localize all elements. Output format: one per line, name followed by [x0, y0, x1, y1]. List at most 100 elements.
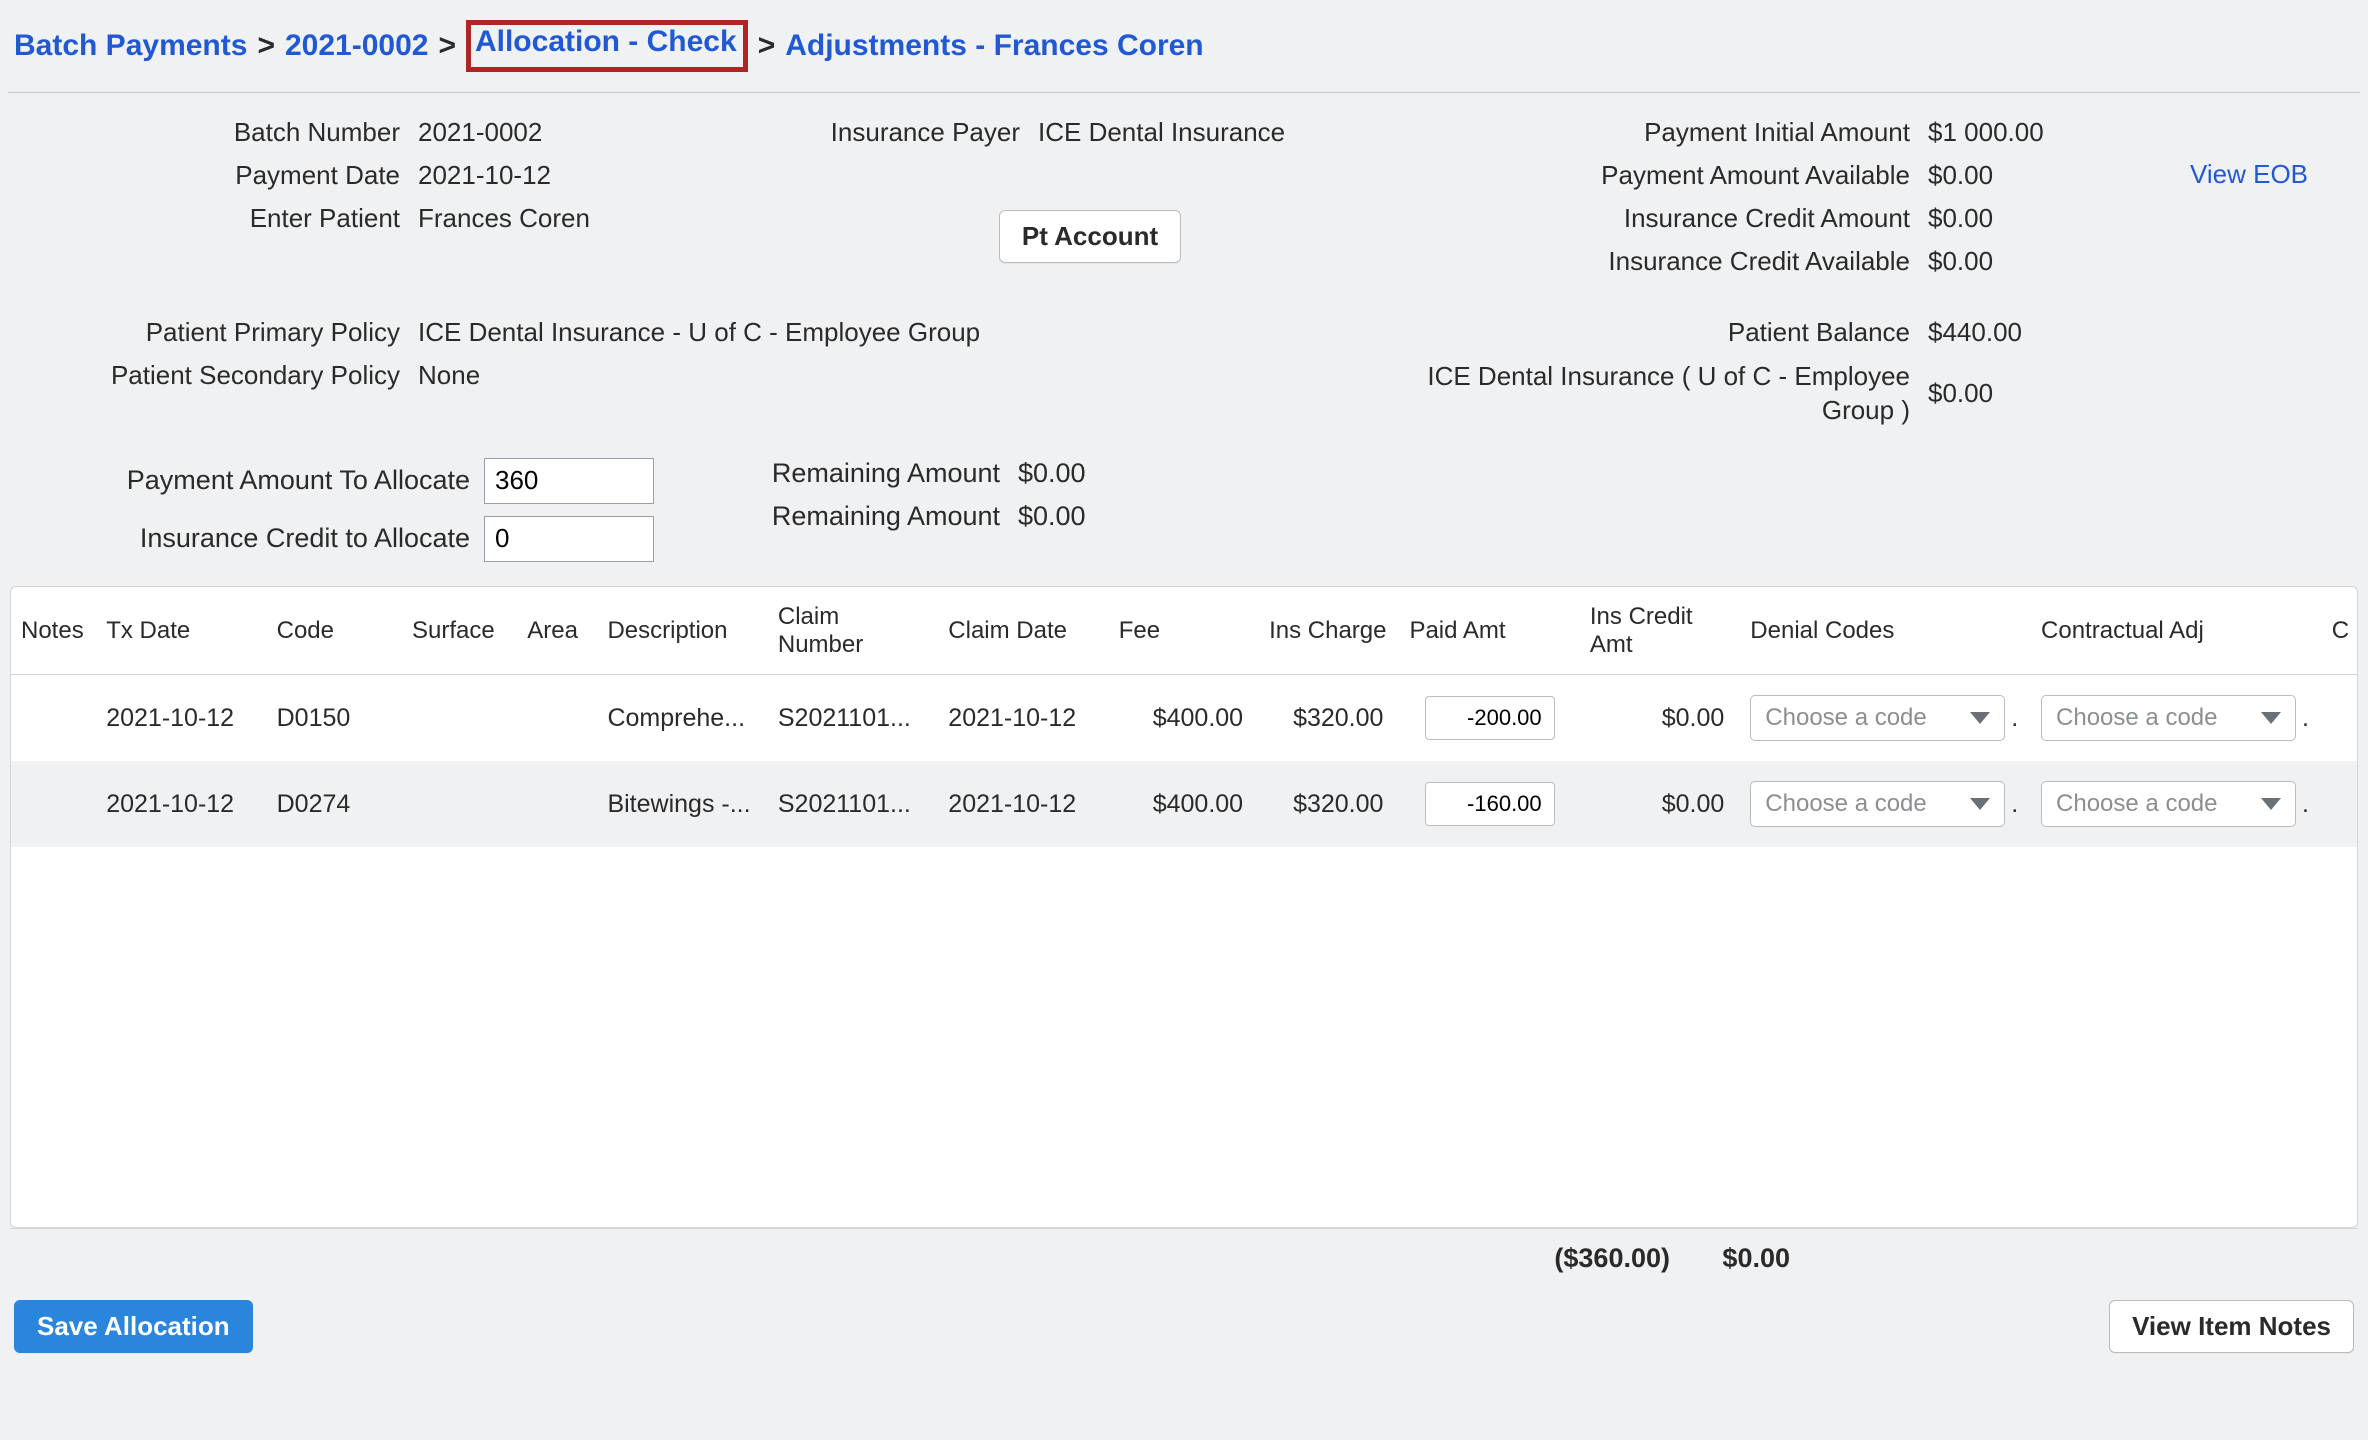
value-payment-avail: $0.00 [1928, 160, 2190, 191]
label-secondary-policy: Patient Secondary Policy [20, 360, 400, 391]
cell-ins-credit-amt: $0.00 [1580, 675, 1740, 762]
cell-notes [11, 761, 96, 847]
value-remaining-2: $0.00 [1018, 501, 1200, 532]
label-enter-patient: Enter Patient [20, 203, 400, 234]
value-ice-group: $0.00 [1928, 378, 2190, 409]
select-contractual-adj[interactable]: Choose a code [2041, 695, 2296, 741]
th-area[interactable]: Area [517, 587, 597, 675]
th-paid-amt[interactable]: Paid Amt [1399, 587, 1579, 675]
view-eob-link[interactable]: View EOB [2190, 111, 2308, 190]
breadcrumb-separator: > [434, 29, 460, 63]
label-remaining-2: Remaining Amount [680, 501, 1000, 532]
th-code[interactable]: Code [267, 587, 402, 675]
total-credit: $0.00 [1670, 1243, 1790, 1274]
allocation-table: Notes Tx Date Code Surface Area Descript… [10, 586, 2358, 1229]
input-payment-to-allocate[interactable] [484, 458, 654, 504]
input-ins-credit-to-allocate[interactable] [484, 516, 654, 562]
label-batch-number: Batch Number [20, 117, 400, 148]
breadcrumb-allocation-check[interactable]: Allocation - Check [475, 25, 737, 58]
th-notes[interactable]: Notes [11, 587, 96, 675]
dot-icon: . [2005, 790, 2018, 819]
breadcrumb-allocation-check-highlighted: Allocation - Check [466, 20, 748, 72]
cell-contractual-adj: Choose a code . [2031, 761, 2322, 847]
chevron-down-icon [1970, 712, 1990, 724]
cell-area [517, 675, 597, 762]
total-paid: ($360.00) [1490, 1243, 1670, 1274]
table-row[interactable]: 2021-10-12 D0150 Comprehe... S2021101...… [11, 675, 2357, 762]
th-ins-charge[interactable]: Ins Charge [1259, 587, 1399, 675]
label-patient-balance: Patient Balance [1370, 317, 1910, 348]
select-placeholder: Choose a code [2056, 790, 2217, 818]
view-item-notes-button[interactable]: View Item Notes [2109, 1300, 2354, 1353]
cell-ins-charge: $320.00 [1259, 761, 1399, 847]
cell-description: Comprehe... [597, 675, 767, 762]
cell-surface [402, 675, 517, 762]
cell-paid-amt [1399, 761, 1579, 847]
label-ins-credit-avail: Insurance Credit Available [1370, 246, 1910, 277]
th-ins-credit-amt[interactable]: Ins Credit Amt [1580, 587, 1740, 675]
th-description[interactable]: Description [597, 587, 767, 675]
cell-surface [402, 761, 517, 847]
th-contractual-adj[interactable]: Contractual Adj [2031, 587, 2322, 675]
breadcrumb-current: Adjustments - Frances Coren [785, 29, 1203, 63]
select-placeholder: Choose a code [1765, 704, 1926, 732]
cell-ins-credit-amt: $0.00 [1580, 761, 1740, 847]
value-ins-credit-amt: $0.00 [1928, 203, 2190, 234]
value-insurance-payer: ICE Dental Insurance [1038, 117, 1370, 148]
cell-contractual-adj: Choose a code . [2031, 675, 2322, 762]
label-remaining-1: Remaining Amount [680, 458, 1000, 489]
table-row[interactable]: 2021-10-12 D0274 Bitewings -... S2021101… [11, 761, 2357, 847]
totals-row: ($360.00) $0.00 [10, 1228, 2358, 1282]
dot-icon: . [2005, 704, 2018, 733]
value-secondary-policy: None [418, 360, 1370, 391]
cell-tx-date: 2021-10-12 [96, 761, 266, 847]
cell-fee: $400.00 [1109, 761, 1259, 847]
label-ins-credit-to-allocate: Insurance Credit to Allocate [20, 523, 470, 554]
value-ins-credit-avail: $0.00 [1928, 246, 2190, 277]
value-batch-number: 2021-0002 [418, 117, 810, 148]
cell-description: Bitewings -... [597, 761, 767, 847]
value-enter-patient: Frances Coren [418, 203, 810, 234]
label-payment-to-allocate: Payment Amount To Allocate [20, 465, 470, 496]
breadcrumb-separator: > [253, 29, 279, 63]
cell-ins-charge: $320.00 [1259, 675, 1399, 762]
cell-code: D0150 [267, 675, 402, 762]
label-primary-policy: Patient Primary Policy [20, 317, 400, 348]
breadcrumb-batch-payments[interactable]: Batch Payments [14, 29, 247, 63]
pt-account-button[interactable]: Pt Account [999, 210, 1181, 263]
dot-icon: . [2296, 790, 2309, 819]
save-allocation-button[interactable]: Save Allocation [14, 1300, 253, 1353]
th-fee[interactable]: Fee [1109, 587, 1259, 675]
value-patient-balance: $440.00 [1928, 317, 2190, 348]
th-tx-date[interactable]: Tx Date [96, 587, 266, 675]
breadcrumb-separator: > [754, 29, 780, 63]
input-paid-amt[interactable] [1425, 782, 1555, 826]
th-c[interactable]: C [2322, 587, 2357, 675]
label-payment-avail: Payment Amount Available [1370, 160, 1910, 191]
cell-claim-number: S2021101... [768, 675, 938, 762]
cell-c [2322, 761, 2357, 847]
select-denial-code[interactable]: Choose a code [1750, 781, 2005, 827]
input-paid-amt[interactable] [1425, 696, 1555, 740]
cell-claim-number: S2021101... [768, 761, 938, 847]
cell-denial-codes: Choose a code . [1740, 675, 2031, 762]
chevron-down-icon [2261, 798, 2281, 810]
table-empty-area [11, 847, 2357, 1227]
breadcrumb: Batch Payments > 2021-0002 > Allocation … [8, 8, 2360, 93]
select-denial-code[interactable]: Choose a code [1750, 695, 2005, 741]
th-claim-number[interactable]: Claim Number [768, 587, 938, 675]
label-insurance-payer: Insurance Payer [810, 117, 1020, 148]
cell-paid-amt [1399, 675, 1579, 762]
th-surface[interactable]: Surface [402, 587, 517, 675]
th-claim-date[interactable]: Claim Date [938, 587, 1108, 675]
th-denial-codes[interactable]: Denial Codes [1740, 587, 2031, 675]
select-placeholder: Choose a code [2056, 704, 2217, 732]
dot-icon: . [2296, 704, 2309, 733]
label-ice-group: ICE Dental Insurance ( U of C - Employee… [1370, 360, 1910, 428]
cell-code: D0274 [267, 761, 402, 847]
label-ins-credit-amt: Insurance Credit Amount [1370, 203, 1910, 234]
breadcrumb-batch-id[interactable]: 2021-0002 [285, 29, 428, 63]
select-contractual-adj[interactable]: Choose a code [2041, 781, 2296, 827]
select-placeholder: Choose a code [1765, 790, 1926, 818]
label-payment-initial: Payment Initial Amount [1370, 117, 1910, 148]
